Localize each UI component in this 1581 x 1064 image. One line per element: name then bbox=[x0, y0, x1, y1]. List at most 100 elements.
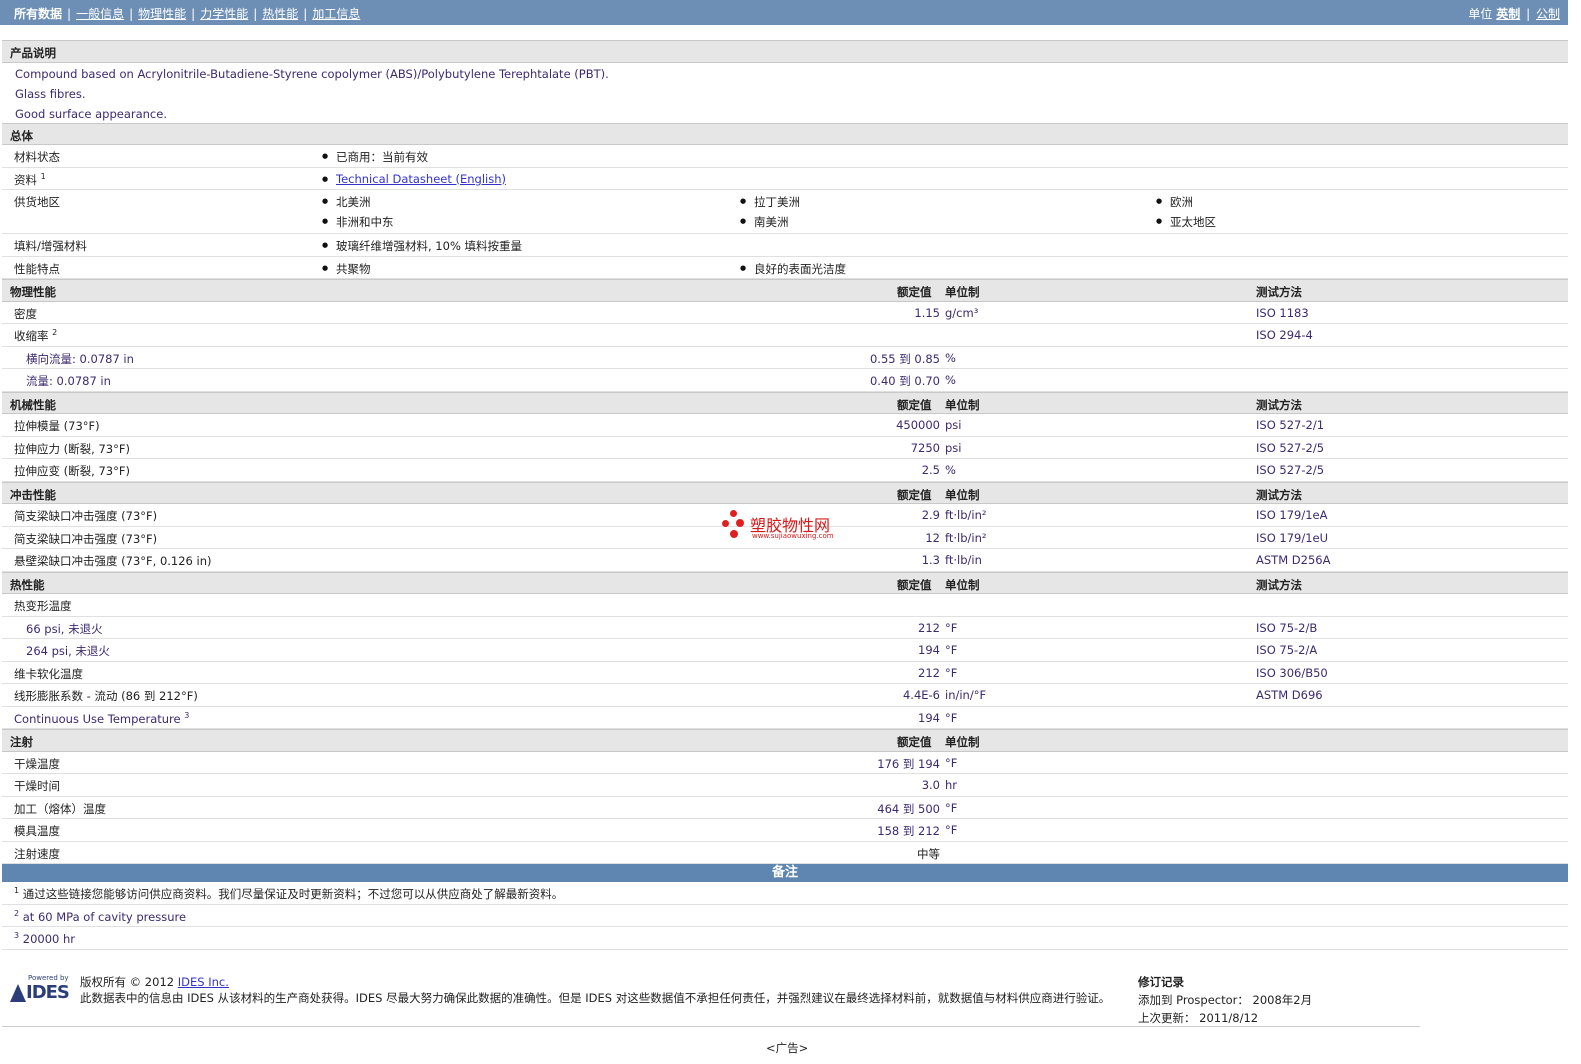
nav-thermal[interactable]: 热性能 bbox=[262, 7, 298, 21]
value: 12 bbox=[925, 530, 940, 545]
ides-logo-icon bbox=[10, 984, 26, 1002]
row-drying-time: 干燥时间 3.0 hr bbox=[2, 774, 1568, 797]
row-mold-temp: 模具温度 158 到 212 °F bbox=[2, 819, 1568, 842]
section-description: 产品说明 bbox=[2, 40, 1568, 63]
label: 填料/增强材料 bbox=[14, 239, 87, 253]
unit: °F bbox=[945, 823, 958, 837]
unit-english[interactable]: 英制 bbox=[1496, 7, 1520, 21]
section-title: 机械性能 bbox=[10, 397, 56, 412]
unit: g/cm³ bbox=[945, 305, 979, 320]
technical-datasheet-link[interactable]: Technical Datasheet (English) bbox=[336, 172, 506, 186]
label: 密度 bbox=[14, 306, 37, 321]
note-item: 1 通过这些链接您能够访问供应商资料。我们尽量保证及时更新资料；不过您可以从供应… bbox=[2, 882, 1568, 905]
section-thermal: 热性能 额定值 单位制 测试方法 bbox=[2, 571, 1568, 594]
top-nav-bar: 所有数据 | 一般信息 | 物理性能 | 力学性能 | 热性能 | 加工信息 单位 英制 | 公制 bbox=[0, 0, 1568, 25]
test-method: ASTM D696 bbox=[1256, 688, 1323, 702]
nav-mechanical[interactable]: 力学性能 bbox=[200, 7, 248, 21]
value: 212 bbox=[918, 665, 940, 680]
test-method: ISO 527-2/5 bbox=[1256, 440, 1325, 455]
revision-updated: 上次更新： 2011/8/12 bbox=[1138, 1011, 1259, 1025]
label: 干燥时间 bbox=[14, 779, 60, 793]
label: 供货地区 bbox=[14, 195, 60, 209]
value: 4.4E-6 bbox=[902, 688, 940, 702]
label: 材料状态 bbox=[14, 150, 60, 164]
unit-metric[interactable]: 公制 bbox=[1536, 7, 1560, 21]
value: 0.55 到 0.85 bbox=[869, 351, 940, 366]
logo-text: IDES bbox=[26, 982, 70, 1003]
unit: °F bbox=[945, 665, 958, 680]
unit: °F bbox=[945, 755, 958, 770]
logo-powered-by: Powered by bbox=[28, 974, 69, 982]
value: 1.15 bbox=[914, 305, 940, 320]
note-text: 1 通过这些链接您能够访问供应商资料。我们尽量保证及时更新资料；不过您可以从供应… bbox=[14, 886, 564, 901]
copyright: 版权所有 © 2012 IDES Inc. bbox=[80, 975, 229, 989]
value: 464 到 500 bbox=[877, 801, 940, 816]
test-method: ASTM D256A bbox=[1256, 553, 1331, 567]
value: 2.5 bbox=[921, 463, 940, 477]
label: 注射速度 bbox=[14, 846, 60, 861]
label: 维卡软化温度 bbox=[14, 666, 83, 681]
label: 拉伸模量 (73°F) bbox=[14, 419, 100, 433]
label: 66 psi, 未退火 bbox=[26, 621, 103, 636]
test-method: ISO 1183 bbox=[1256, 305, 1309, 320]
label: 264 psi, 未退火 bbox=[26, 644, 110, 658]
col-test: 测试方法 bbox=[1256, 397, 1302, 412]
value: 0.40 到 0.70 bbox=[869, 374, 940, 388]
test-method: ISO 179/1eU bbox=[1256, 530, 1329, 545]
ides-link[interactable]: IDES Inc. bbox=[178, 975, 229, 989]
row-drying-temp: 干燥温度 176 到 194 °F bbox=[2, 752, 1568, 774]
desc-text: Glass fibres. bbox=[15, 86, 86, 101]
row-features: 性能特点 共聚物 良好的表面光洁度 bbox=[2, 257, 1568, 279]
unit: °F bbox=[945, 620, 958, 635]
row-hdt-66: 66 psi, 未退火 212 °F ISO 75-2/B bbox=[2, 617, 1568, 639]
row-hdt: 热变形温度 bbox=[2, 594, 1568, 617]
test-method: ISO 75-2/B bbox=[1256, 620, 1318, 635]
value: 共聚物 bbox=[322, 261, 370, 277]
desc-line: Good surface appearance. bbox=[2, 103, 1568, 123]
col-nominal: 额定值 bbox=[897, 285, 932, 299]
ides-logo: Powered by IDES bbox=[8, 974, 74, 1006]
col-unit: 单位制 bbox=[945, 735, 980, 749]
desc-text: Compound based on Acrylonitrile-Butadien… bbox=[15, 66, 609, 81]
note-text: 2 at 60 MPa of cavity pressure bbox=[14, 908, 187, 924]
note-text: 3 20000 hr bbox=[14, 931, 76, 946]
section-nav: 所有数据 | 一般信息 | 物理性能 | 力学性能 | 热性能 | 加工信息 bbox=[14, 7, 361, 21]
nav-general-info[interactable]: 一般信息 bbox=[76, 7, 124, 21]
value: 450000 bbox=[896, 418, 940, 432]
value: 194 bbox=[918, 710, 940, 725]
datasheet-link-item: Technical Datasheet (English) bbox=[322, 172, 506, 186]
row-density: 密度 1.15 g/cm³ ISO 1183 bbox=[2, 302, 1568, 324]
col-nominal: 额定值 bbox=[897, 397, 932, 412]
section-title: 冲击性能 bbox=[10, 487, 56, 502]
unit: °F bbox=[945, 710, 958, 725]
label: 拉伸应力 (断裂, 73°F) bbox=[14, 441, 130, 456]
nav-physical[interactable]: 物理性能 bbox=[138, 7, 186, 21]
value: 2.9 bbox=[921, 508, 940, 522]
nav-processing[interactable]: 加工信息 bbox=[312, 7, 360, 21]
unit: °F bbox=[945, 800, 958, 815]
unit: % bbox=[945, 463, 956, 477]
desc-line: Compound based on Acrylonitrile-Butadien… bbox=[2, 63, 1568, 83]
label: 横向流量: 0.0787 in bbox=[26, 351, 134, 366]
label: 加工（熔体）温度 bbox=[14, 801, 106, 816]
col-nominal: 额定值 bbox=[897, 577, 932, 592]
unit: % bbox=[945, 373, 956, 387]
value: 1.3 bbox=[921, 553, 940, 567]
unit: °F bbox=[945, 643, 958, 657]
label: 线形膨胀系数 - 流动 (86 到 212°F) bbox=[14, 689, 198, 703]
row-availability: 供货地区 北美洲 拉丁美洲 欧洲 非洲和中东 南美洲 亚太地区 bbox=[2, 190, 1568, 234]
section-title: 注射 bbox=[10, 735, 33, 749]
watermark-url: www.sujiaowuxing.com bbox=[752, 532, 834, 540]
region: 拉丁美洲 bbox=[740, 194, 800, 210]
section-title: 热性能 bbox=[10, 577, 45, 592]
row-injection-rate: 注射速度 中等 bbox=[2, 842, 1568, 864]
unit: hr bbox=[945, 778, 958, 792]
unit: % bbox=[945, 350, 956, 365]
row-literature: 资料 1 Technical Datasheet (English) bbox=[2, 168, 1568, 190]
row-material-status: 材料状态 已商用：当前有效 bbox=[2, 145, 1568, 168]
col-unit: 单位制 bbox=[945, 397, 980, 412]
notes-header: 备注 bbox=[2, 864, 1568, 882]
value: 已商用：当前有效 bbox=[322, 149, 428, 165]
row-shrink-cross: 横向流量: 0.0787 in 0.55 到 0.85 % bbox=[2, 347, 1568, 369]
nav-all-data[interactable]: 所有数据 bbox=[14, 7, 62, 21]
